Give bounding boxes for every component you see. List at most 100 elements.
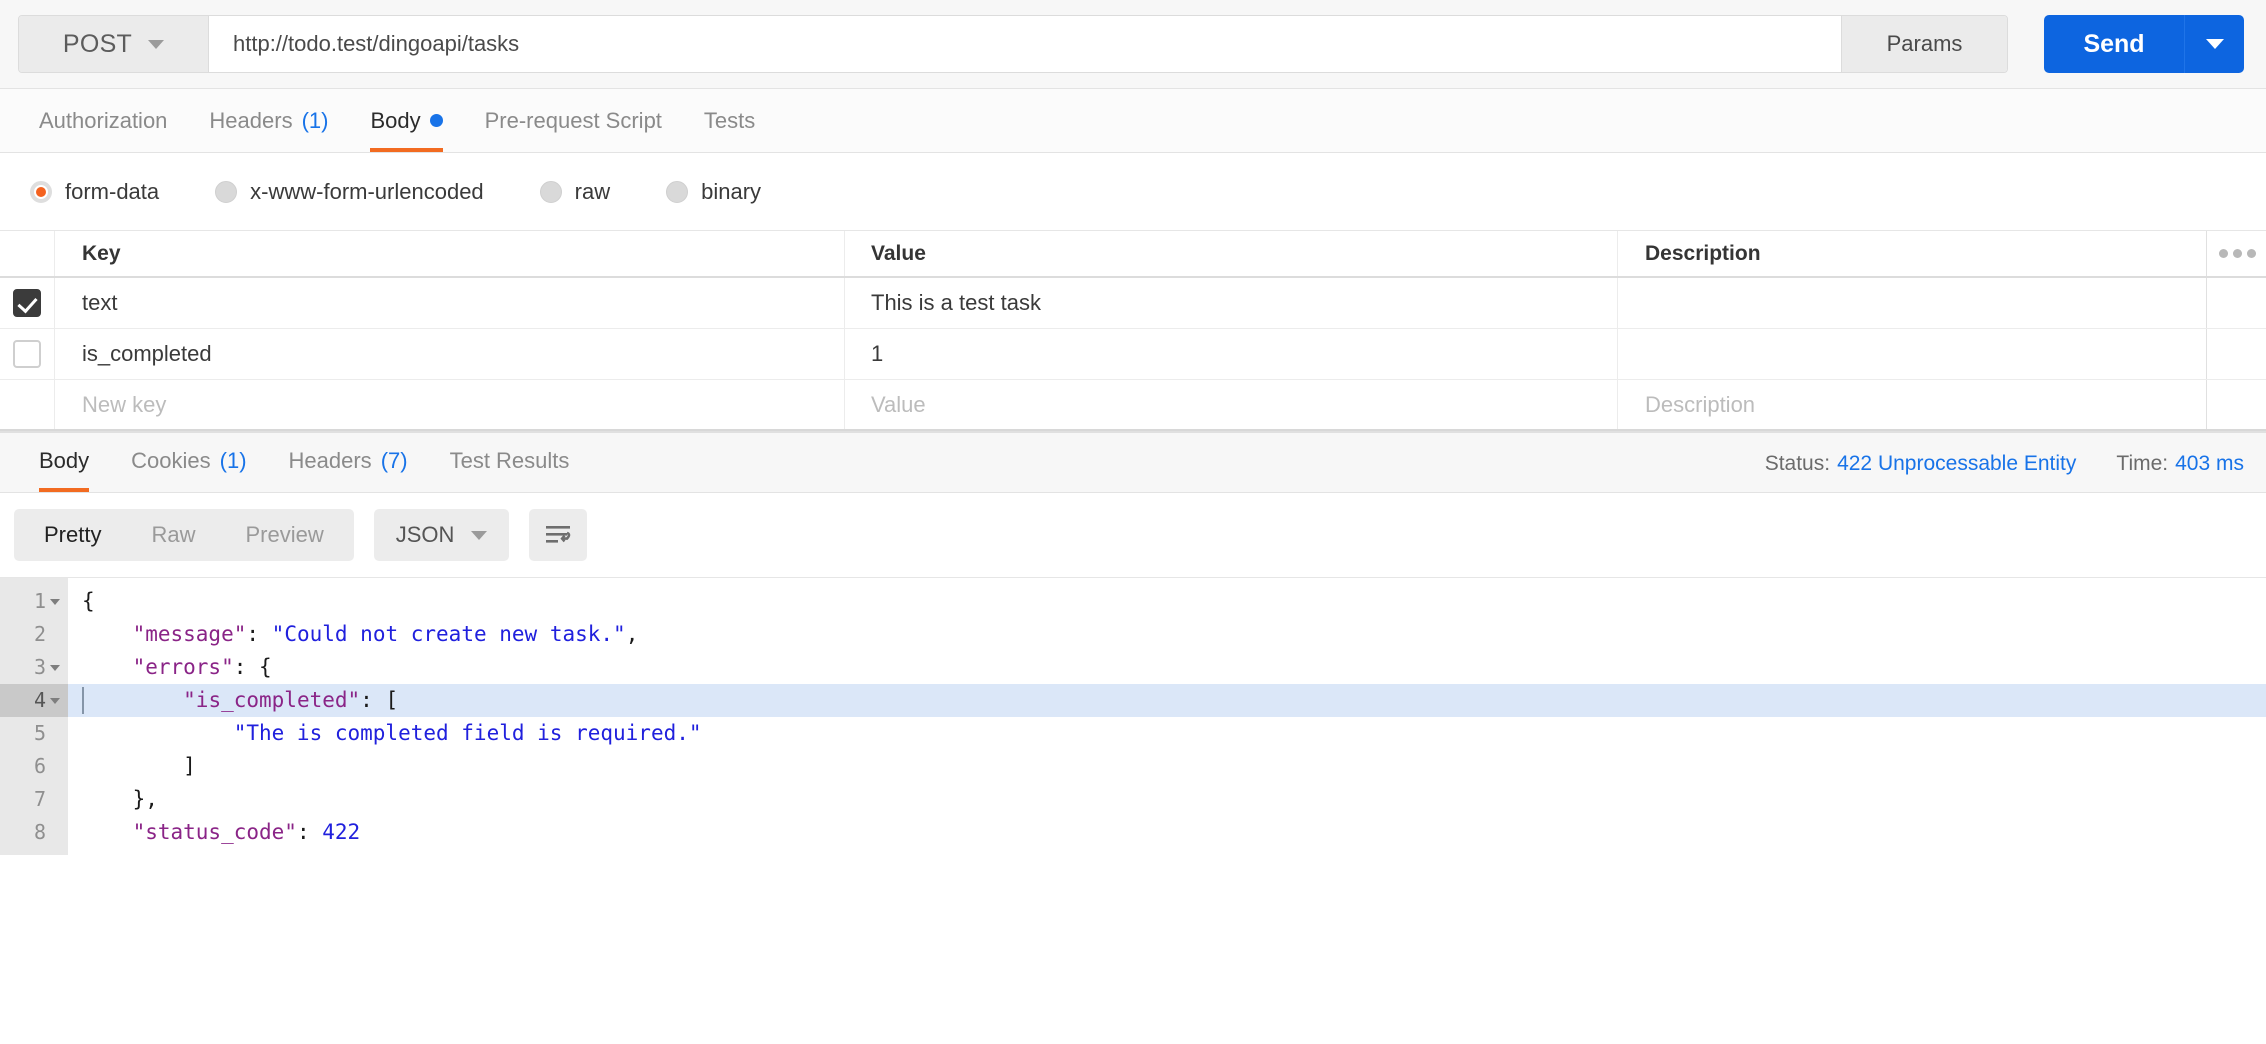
radio-label: raw <box>574 178 611 204</box>
row-description-input[interactable] <box>1618 329 2206 379</box>
code-token-p: { <box>82 589 95 613</box>
request-url-input[interactable]: http://todo.test/dingoapi/tasks <box>209 16 1841 72</box>
radio-raw[interactable]: raw <box>539 178 611 205</box>
code-token-k: "errors" <box>132 655 234 679</box>
table-row: is_completed 1 <box>0 329 2266 380</box>
word-wrap-button[interactable] <box>529 509 588 561</box>
view-mode-pretty[interactable]: Pretty <box>19 513 126 557</box>
status-value: 422 Unprocessable Entity <box>1837 452 2077 475</box>
row-options <box>2206 329 2266 379</box>
tab-count: (1) <box>219 447 247 473</box>
tab-count: (7) <box>380 447 408 473</box>
response-tab-headers[interactable]: Headers (7) <box>268 429 429 492</box>
row-enabled-checkbox[interactable] <box>13 340 41 368</box>
word-wrap-icon <box>546 526 571 543</box>
status-badge: Status: 422 Unprocessable Entity <box>1765 452 2077 476</box>
response-toolbar: Pretty Raw Preview JSON <box>0 493 2266 577</box>
tab-label: Authorization <box>39 107 168 133</box>
radio-binary[interactable]: binary <box>666 179 761 205</box>
code-line: "errors": { <box>68 651 2266 684</box>
view-mode-segmented-control: Pretty Raw Preview <box>14 509 354 561</box>
row-value-input[interactable]: This is a test task <box>845 278 1618 328</box>
send-button[interactable]: Send <box>2044 15 2184 73</box>
bulk-edit-button[interactable] <box>2206 231 2266 276</box>
code-fold-icon[interactable] <box>50 697 60 704</box>
row-key-input[interactable]: text <box>55 278 845 328</box>
http-method-select[interactable]: POST <box>19 16 209 72</box>
response-tabs: Body Cookies (1) Headers (7) Test Result… <box>0 431 2266 493</box>
code-line: { <box>68 585 2266 618</box>
code-content[interactable]: { "message": "Could not create new task.… <box>68 578 2266 855</box>
line-number: 2 <box>33 622 46 646</box>
send-options-button[interactable] <box>2184 15 2244 73</box>
row-key-input[interactable]: is_completed <box>55 329 845 379</box>
line-number: 8 <box>33 820 46 844</box>
radio-x-www-form-urlencoded[interactable]: x-www-form-urlencoded <box>215 179 484 205</box>
tab-authorization[interactable]: Authorization <box>18 89 188 152</box>
code-token-n: 422 <box>322 820 361 844</box>
tab-label: Headers <box>288 447 372 473</box>
more-options-icon <box>2247 249 2256 258</box>
row-description-input[interactable] <box>1618 278 2206 328</box>
radio-form-data[interactable]: form-data <box>30 179 159 205</box>
tab-tests[interactable]: Tests <box>683 89 776 152</box>
request-tabs: Authorization Headers (1) Body Pre-reque… <box>0 89 2266 153</box>
response-format-label: JSON <box>395 522 455 547</box>
tab-label: Headers <box>209 107 293 133</box>
response-tab-body[interactable]: Body <box>18 429 110 492</box>
view-mode-raw[interactable]: Raw <box>126 513 220 557</box>
params-button[interactable]: Params <box>1841 16 2007 72</box>
code-token-k: "message" <box>132 622 247 646</box>
code-token-k: "status_code" <box>132 820 297 844</box>
new-description-input[interactable]: Description <box>1618 380 2206 429</box>
send-group: Send <box>2044 15 2244 73</box>
code-token-p <box>82 651 133 684</box>
chevron-down-icon <box>2205 39 2224 49</box>
time-label: Time: <box>2116 452 2169 475</box>
row-options <box>2206 278 2266 328</box>
view-mode-preview[interactable]: Preview <box>220 513 348 557</box>
row-check-cell <box>0 380 55 429</box>
response-format-select[interactable]: JSON <box>373 509 510 561</box>
more-options-icon <box>2233 249 2242 258</box>
code-token-s: "Could not create new task." <box>271 622 626 646</box>
new-key-input[interactable]: New key <box>55 380 845 429</box>
tab-label: Tests <box>703 107 756 133</box>
header-description: Description <box>1645 241 1761 265</box>
code-token-p: : <box>246 622 272 646</box>
line-number: 4 <box>0 684 68 717</box>
row-enabled-checkbox[interactable] <box>13 289 41 317</box>
header-check-cell <box>0 231 55 276</box>
radio-label: binary <box>701 178 762 204</box>
table-header-row: Key Value Description <box>0 231 2266 278</box>
code-token-p: : [ <box>360 688 399 712</box>
code-line: "status_code": 422 <box>68 816 2266 849</box>
row-value-input[interactable]: 1 <box>845 329 1618 379</box>
row-options <box>2206 380 2266 429</box>
code-fold-icon[interactable] <box>50 664 60 671</box>
code-line: "The is completed field is required." <box>68 717 2266 750</box>
header-key: Key <box>55 231 845 276</box>
code-token-p: : { <box>233 655 272 679</box>
table-row: text This is a test task <box>0 278 2266 329</box>
code-token-p: ] <box>82 754 196 778</box>
tab-headers[interactable]: Headers (1) <box>188 89 349 152</box>
response-body-code-viewer[interactable]: 1 2 34 5 6 7 8 9 { "message": "Could not create… <box>0 577 2266 855</box>
radio-icon <box>539 180 562 203</box>
radio-icon <box>30 180 52 203</box>
response-tab-cookies[interactable]: Cookies (1) <box>110 429 267 492</box>
line-number: 6 <box>33 754 46 778</box>
code-token-p <box>82 618 133 651</box>
tab-pre-request-script[interactable]: Pre-request Script <box>464 89 683 152</box>
response-tab-test-results[interactable]: Test Results <box>429 429 591 492</box>
code-line: }, <box>68 783 2266 816</box>
row-check-cell <box>0 278 55 328</box>
method-url-group: POST http://todo.test/dingoapi/tasks Par… <box>18 15 2008 73</box>
tab-body[interactable]: Body <box>349 89 463 152</box>
line-number: 9 <box>0 849 68 855</box>
new-value-input[interactable]: Value <box>845 380 1618 429</box>
line-number: 3 <box>0 651 68 684</box>
radio-label: x-www-form-urlencoded <box>250 178 484 204</box>
code-fold-icon[interactable] <box>50 598 60 605</box>
body-modified-dot-icon <box>429 114 443 127</box>
